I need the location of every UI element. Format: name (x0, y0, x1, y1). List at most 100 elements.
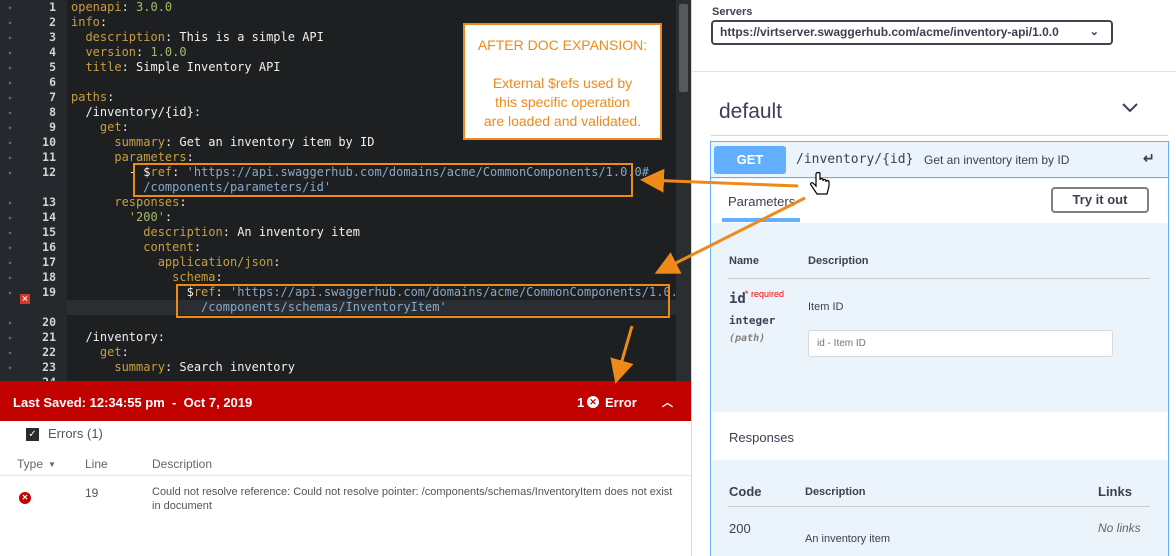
error-description: Could not resolve reference: Could not r… (152, 486, 673, 512)
code-text: description: This is a simple API (85, 30, 324, 44)
line-number: 6 (49, 75, 56, 89)
permalink-icon[interactable]: ↵ (1143, 150, 1155, 167)
code-text: schema: (172, 270, 223, 284)
response-links: No links (1098, 521, 1141, 535)
error-count[interactable]: 1 (577, 395, 584, 410)
ref-highlight-schema (176, 284, 670, 318)
fold-marker-icon[interactable]: ▸ (8, 270, 13, 285)
error-type-icon: ✕ (19, 492, 31, 504)
fold-marker-icon[interactable]: ▸ (8, 360, 13, 375)
code-text: '200': (128, 210, 173, 224)
callout-line-2: this specific operation (495, 94, 630, 110)
operation-summary[interactable]: GET /inventory/{id} Get an inventory ite… (711, 142, 1168, 178)
code-line[interactable]: ▸ 23 summary: Search inventory (0, 360, 691, 375)
param-id-input[interactable] (808, 330, 1113, 357)
tag-collapse-icon[interactable] (1121, 101, 1139, 119)
fold-marker-icon[interactable]: ▸ (8, 330, 13, 345)
line-number: 18 (42, 270, 56, 284)
line-number: 22 (42, 345, 56, 359)
code-line[interactable]: ▸ 13 responses: (0, 195, 691, 210)
tag-title[interactable]: default (719, 100, 782, 124)
code-text: title: Simple Inventory API (85, 60, 281, 74)
code-text: openapi: 3.0.0 (71, 0, 173, 14)
error-icon[interactable]: ✕ (587, 396, 599, 408)
code-line[interactable]: ▸ 22 get: (0, 345, 691, 360)
line-number: 9 (49, 120, 56, 134)
code-text: get: (99, 120, 129, 134)
fold-marker-icon[interactable]: ▸ (8, 345, 13, 360)
collapse-chevron-icon[interactable]: ︿ (662, 394, 673, 410)
fold-marker-icon[interactable]: ▸ (8, 225, 13, 240)
error-label[interactable]: Error (605, 395, 637, 410)
fold-marker-icon[interactable]: ▸ (8, 60, 13, 75)
fold-marker-icon[interactable]: ▸ (8, 195, 13, 210)
code-line[interactable]: ▸ 18 schema: (0, 270, 691, 285)
fold-marker-icon[interactable]: ▸ (8, 120, 13, 135)
error-line: 19 (85, 486, 99, 500)
line-number: 15 (42, 225, 56, 239)
code-line[interactable]: ▸ 17 application/json: (0, 255, 691, 270)
annotation-callout: AFTER DOC EXPANSION: External $refs used… (463, 23, 662, 140)
ref-highlight-parameters (133, 163, 633, 197)
sort-caret-icon[interactable]: ▼ (48, 460, 56, 469)
params-divider (728, 278, 1150, 279)
code-text: description: An inventory item (143, 225, 361, 239)
fold-marker-icon[interactable]: ▸ (8, 150, 13, 165)
last-saved-time: 12:34:55 pm (89, 395, 165, 410)
try-it-out-button[interactable]: Try it out (1051, 187, 1149, 213)
param-name: id (729, 291, 746, 307)
fold-marker-icon[interactable]: ▸ (8, 285, 13, 300)
line-number: 21 (42, 330, 56, 344)
scrollbar-thumb[interactable] (679, 4, 688, 92)
code-text: /inventory/{id}: (85, 105, 202, 119)
code-text: /inventory: (85, 330, 165, 344)
fold-marker-icon[interactable]: ▸ (8, 315, 13, 330)
fold-marker-icon[interactable]: ▸ (8, 240, 13, 255)
fold-marker-icon[interactable]: ▸ (8, 30, 13, 45)
code-text: responses: (114, 195, 187, 209)
column-line: Line (85, 457, 108, 471)
fold-marker-icon[interactable]: ▸ (8, 165, 13, 180)
tab-underline (722, 218, 800, 222)
servers-select[interactable]: https://virtserver.swaggerhub.com/acme/i… (711, 20, 1113, 45)
response-code: 200 (729, 521, 751, 536)
line-number: 11 (42, 150, 56, 164)
parameters-header: Parameters Try it out (711, 179, 1168, 223)
line-number: 7 (49, 90, 56, 104)
fold-marker-icon[interactable]: ▸ (8, 210, 13, 225)
error-row[interactable]: ✕ 19 Could not resolve reference: Could … (0, 477, 691, 521)
errors-checkbox[interactable]: ✓ (26, 428, 39, 441)
fold-marker-icon[interactable]: ▸ (8, 45, 13, 60)
operation-block: GET /inventory/{id} Get an inventory ite… (710, 141, 1169, 556)
fold-marker-icon[interactable]: ▸ (8, 105, 13, 120)
code-line[interactable]: ▸ 21 /inventory: (0, 330, 691, 345)
operation-summary-text: Get an inventory item by ID (924, 153, 1070, 167)
line-number: 20 (42, 315, 56, 329)
yaml-editor[interactable]: ▸ 1 openapi: 3.0.0 ▸ 2 info: ▸ 3 description: T… (0, 0, 691, 381)
column-type[interactable]: Type (17, 457, 43, 471)
errors-panel: ✓ Errors (1) Type ▼ Line Description ✕ 1… (0, 421, 691, 556)
fold-marker-icon[interactable]: ▸ (8, 255, 13, 270)
fold-marker-icon[interactable]: ▸ (8, 75, 13, 90)
error-marker-icon[interactable]: × (20, 294, 30, 304)
fold-marker-icon[interactable]: ▸ (8, 90, 13, 105)
code-line[interactable]: ▸ 1 openapi: 3.0.0 (0, 0, 691, 15)
last-saved: Last Saved: 12:34:55 pm - Oct 7, 2019 (13, 395, 252, 410)
line-number: 4 (49, 45, 56, 59)
code-line[interactable]: ▸ 16 content: (0, 240, 691, 255)
callout-title: AFTER DOC EXPANSION: (477, 37, 648, 53)
tab-parameters[interactable]: Parameters (728, 194, 795, 209)
line-number: 5 (49, 60, 56, 74)
resp-column-links: Links (1098, 484, 1132, 499)
operation-path: /inventory/{id} (796, 152, 914, 167)
editor-scrollbar[interactable] (676, 0, 691, 381)
code-text: summary: Get an inventory item by ID (114, 135, 375, 149)
response-description: An inventory item (805, 533, 890, 545)
responses-title: Responses (729, 430, 795, 445)
fold-marker-icon[interactable]: ▸ (8, 15, 13, 30)
fold-marker-icon[interactable]: ▸ (8, 0, 13, 15)
code-line[interactable]: ▸ 15 description: An inventory item (0, 225, 691, 240)
code-line[interactable]: ▸ 14 '200': (0, 210, 691, 225)
fold-marker-icon[interactable]: ▸ (8, 135, 13, 150)
line-number: 23 (42, 360, 56, 374)
